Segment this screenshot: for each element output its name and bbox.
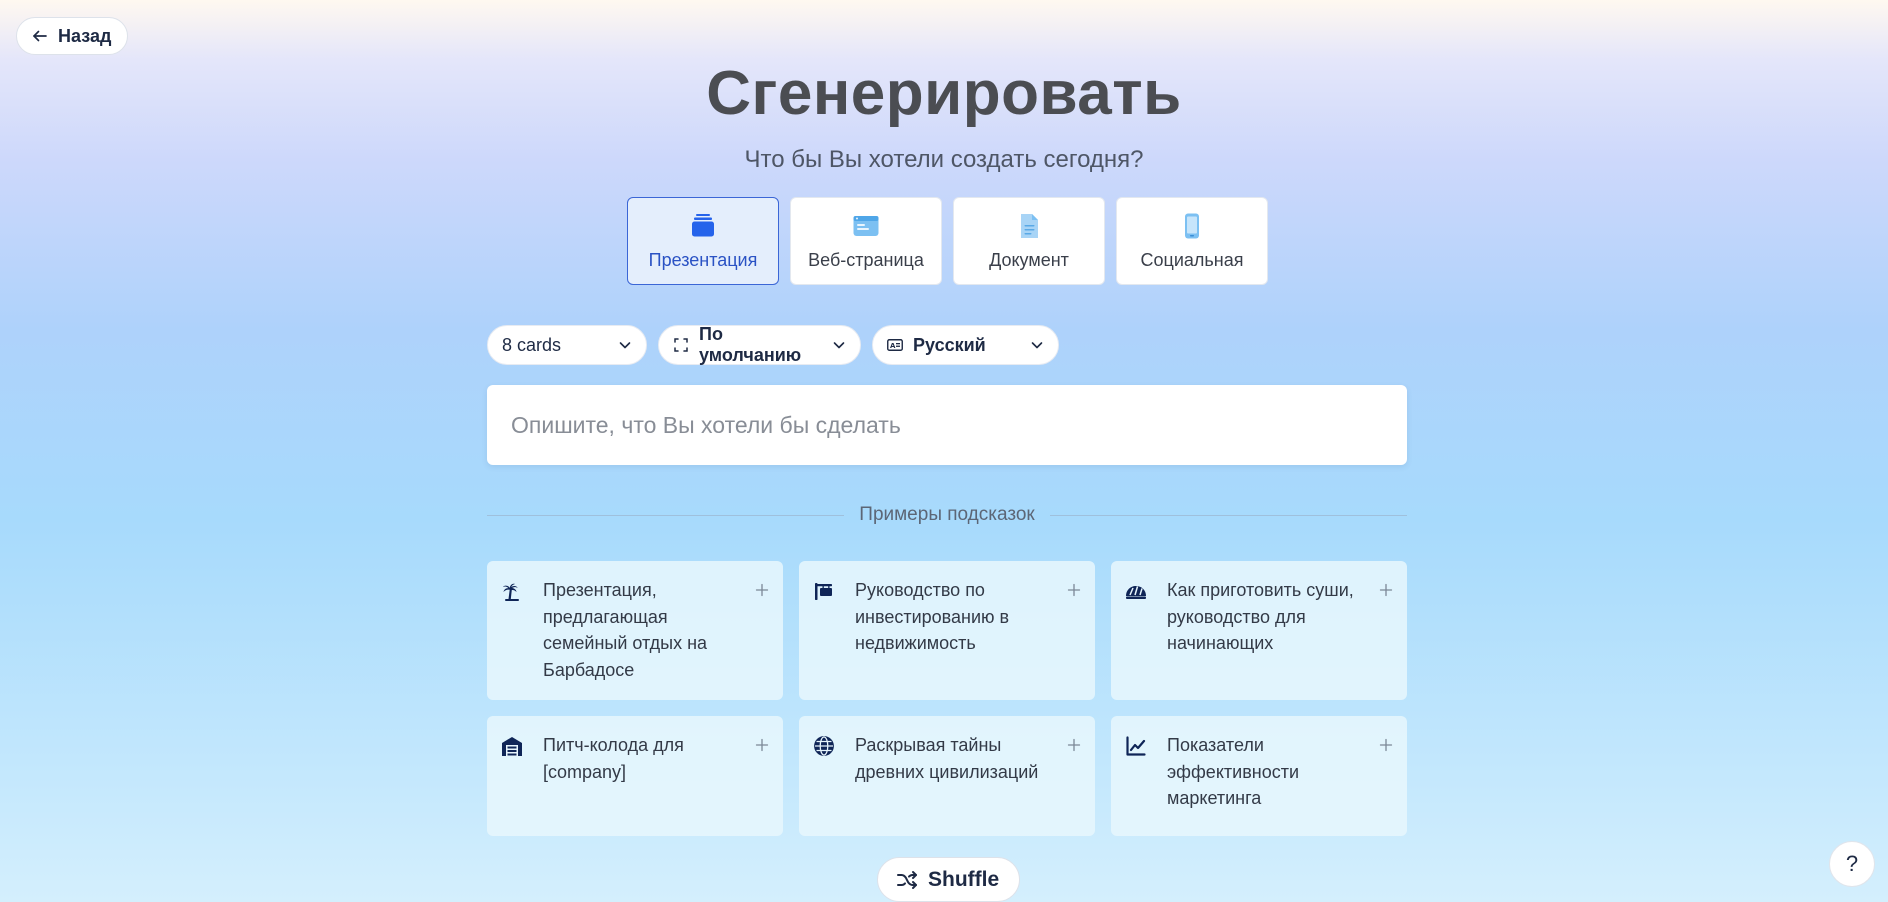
- page-subtitle: Что бы Вы хотели создать сегодня?: [744, 146, 1144, 173]
- example-prompt-card[interactable]: Показатели эффективности маркетинга: [1111, 716, 1407, 836]
- example-prompt-card[interactable]: Руководство по инвестированию в недвижим…: [799, 561, 1095, 700]
- type-label: Веб-страница: [808, 249, 924, 270]
- example-text: Питч-колода для [company]: [543, 735, 684, 782]
- social-phone-icon: [1185, 213, 1199, 238]
- example-prompt-card[interactable]: Как приготовить суши, руководство для на…: [1111, 561, 1407, 700]
- content-type-selector: Презентация Веб-страница Документ Социал…: [627, 197, 1268, 285]
- format-value: По умолчанию: [699, 324, 802, 365]
- plus-icon: [755, 738, 769, 752]
- example-text: Показатели эффективности маркетинга: [1167, 735, 1300, 808]
- document-icon: [1021, 213, 1038, 238]
- type-social[interactable]: Социальная: [1116, 197, 1268, 285]
- example-text: Как приготовить суши, руководство для на…: [1167, 580, 1354, 653]
- page-title: Сгенерировать: [706, 59, 1182, 128]
- example-prompt-card[interactable]: Питч-колода для [company]: [487, 716, 783, 836]
- cards-count-value: 8 cards: [502, 334, 562, 355]
- example-prompt-card[interactable]: Презентация, предлагающая семейный отдых…: [487, 561, 783, 700]
- presentation-icon: [692, 213, 714, 236]
- sign-icon: [815, 583, 832, 600]
- plus-icon: [1379, 583, 1393, 597]
- divider-line: [1049, 514, 1408, 516]
- island-icon: [503, 583, 519, 601]
- back-label: Назад: [58, 25, 112, 46]
- shuffle-button[interactable]: Shuffle: [877, 857, 1021, 902]
- warehouse-icon: [502, 737, 522, 756]
- help-label: ?: [1845, 851, 1859, 876]
- type-label: Документ: [989, 249, 1069, 270]
- prompt-input[interactable]: [487, 385, 1407, 465]
- example-prompt-card[interactable]: Раскрывая тайны древних цивилизаций: [799, 716, 1095, 836]
- arrow-left-icon: [33, 30, 47, 42]
- generation-options: 8 cards По умолчанию A Русский: [487, 324, 1059, 365]
- shuffle-icon: [897, 870, 917, 889]
- example-text: Руководство по инвестированию в недвижим…: [855, 580, 1010, 653]
- language-value: Русский: [913, 334, 986, 355]
- shuffle-label: Shuffle: [928, 867, 1000, 891]
- sushi-icon: [1126, 586, 1146, 599]
- examples-heading: Примеры подсказок: [859, 504, 1035, 525]
- chevron-down-icon: [1031, 342, 1043, 349]
- example-text: Раскрывая тайны древних цивилизаций: [855, 735, 1039, 782]
- plus-icon: [755, 583, 769, 597]
- webpage-icon: [853, 215, 879, 236]
- plus-icon: [1067, 583, 1081, 597]
- plus-icon: [1379, 738, 1393, 752]
- plus-icon: [1067, 738, 1081, 752]
- example-prompts-grid: Презентация, предлагающая семейный отдых…: [487, 561, 1407, 836]
- type-document[interactable]: Документ: [953, 197, 1105, 285]
- svg-text:A: A: [890, 342, 896, 350]
- help-button[interactable]: ?: [1829, 841, 1875, 887]
- type-presentation[interactable]: Презентация: [627, 197, 779, 285]
- aspect-ratio-icon: [674, 338, 688, 352]
- language-icon: A: [887, 339, 903, 351]
- chevron-down-icon: [619, 342, 631, 349]
- divider-line: [487, 514, 845, 516]
- examples-divider: Примеры подсказок: [487, 502, 1408, 528]
- globe-icon: [814, 736, 834, 756]
- language-select[interactable]: A Русский: [872, 325, 1059, 365]
- format-select[interactable]: По умолчанию: [658, 324, 861, 365]
- type-label: Презентация: [648, 249, 758, 270]
- type-webpage[interactable]: Веб-страница: [790, 197, 942, 285]
- cards-count-select[interactable]: 8 cards: [487, 325, 647, 365]
- chevron-down-icon: [833, 342, 845, 349]
- type-label: Социальная: [1140, 249, 1244, 270]
- chart-line-icon: [1126, 736, 1146, 756]
- back-button[interactable]: Назад: [16, 17, 129, 55]
- example-text: Презентация, предлагающая семейный отдых…: [543, 580, 708, 680]
